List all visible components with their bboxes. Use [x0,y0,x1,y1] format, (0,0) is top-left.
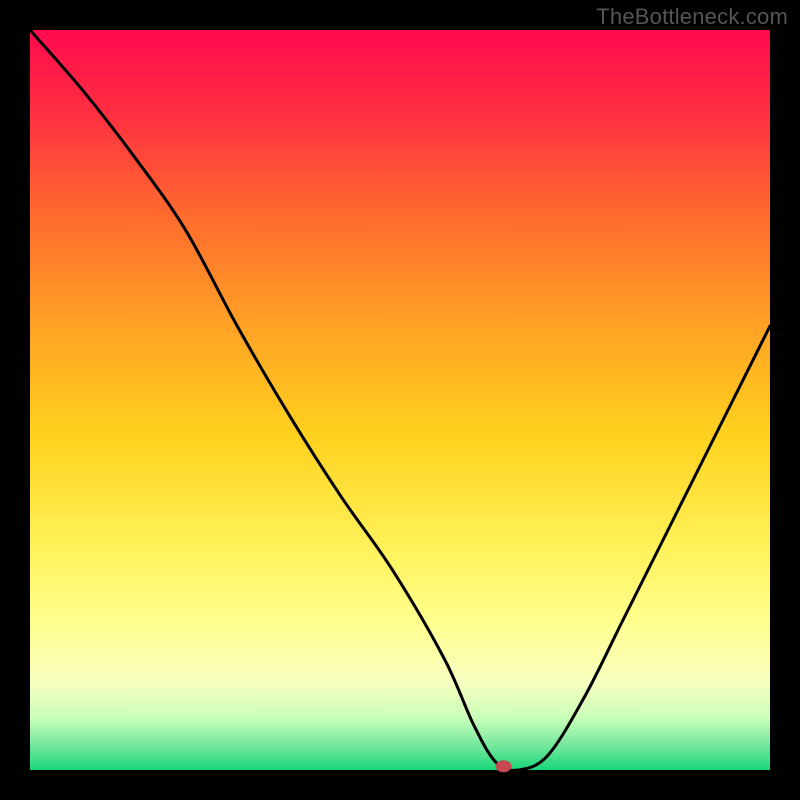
plot-background [30,30,770,770]
chart-canvas [0,0,800,800]
bottleneck-chart: TheBottleneck.com [0,0,800,800]
optimum-marker [496,760,512,772]
